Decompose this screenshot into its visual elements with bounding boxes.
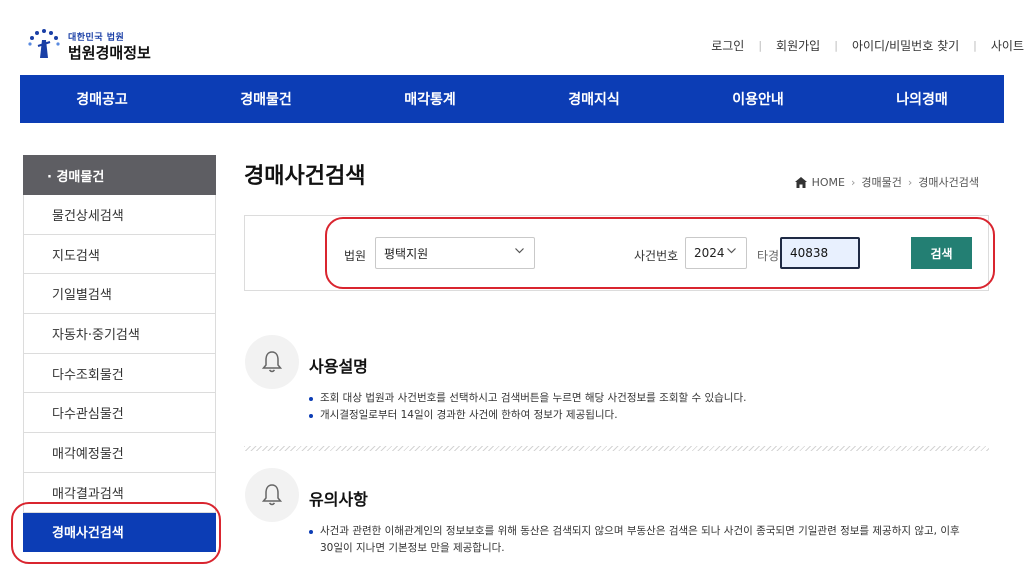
- bell-icon: [261, 484, 283, 506]
- notice-icon-circle: [245, 468, 299, 522]
- usage-item: 조회 대상 법원과 사건번호를 선택하시고 검색버튼을 누르면 해당 사건정보를…: [308, 390, 746, 407]
- notice-line-1: 사건과 관련한 이해관계인의 정보보호를 위해 동산은 검색되지 않으며 부동산…: [320, 525, 960, 537]
- notice-line-2: 30일이 지나면 기본정보 만을 제공합니다.: [320, 542, 505, 554]
- sidebar-item-date-search[interactable]: 기일별검색: [23, 274, 216, 315]
- gnb-my-auction[interactable]: 나의경매: [840, 75, 1004, 123]
- gnb-auction-items[interactable]: 경매물건: [184, 75, 348, 123]
- case-type-label: 타경: [757, 249, 780, 263]
- court-select[interactable]: 평택지원: [375, 237, 535, 269]
- year-select[interactable]: 2024: [685, 237, 747, 269]
- notice-item: 사건과 관련한 이해관계인의 정보보호를 위해 동산은 검색되지 않으며 부동산…: [308, 523, 988, 557]
- logo-title: 법원경매정보: [68, 44, 151, 62]
- usage-list: 조회 대상 법원과 사건번호를 선택하시고 검색버튼을 누르면 해당 사건정보를…: [308, 390, 746, 424]
- breadcrumb-current: 경매사건검색: [918, 176, 979, 189]
- court-label: 법원: [344, 249, 367, 263]
- notice-list: 사건과 관련한 이해관계인의 정보보호를 위해 동산은 검색되지 않으며 부동산…: [308, 523, 988, 557]
- gnb-auction-knowledge[interactable]: 경매지식: [512, 75, 676, 123]
- sidebar-header: · 경매물건: [23, 155, 216, 195]
- search-button[interactable]: 검색: [911, 237, 972, 269]
- breadcrumb: HOME › 경매물건 › 경매사건검색: [794, 174, 979, 190]
- breadcrumb-home[interactable]: HOME: [812, 176, 845, 189]
- breadcrumb-items[interactable]: 경매물건: [861, 174, 901, 190]
- util-divider: |: [834, 39, 838, 52]
- sidebar-item-vehicle-search[interactable]: 자동차·중기검색: [23, 314, 216, 354]
- find-account-link[interactable]: 아이디/비밀번호 찾기: [852, 37, 959, 54]
- gnb-sale-stats[interactable]: 매각통계: [348, 75, 512, 123]
- chevron-right-icon: ›: [850, 175, 856, 189]
- section-divider: [244, 446, 989, 451]
- sidebar-item-sale-results[interactable]: 매각결과검색: [23, 472, 216, 513]
- court-logo[interactable]: 대한민국 법원 법원경매정보: [28, 26, 168, 66]
- login-link[interactable]: 로그인: [711, 37, 744, 54]
- signup-link[interactable]: 회원가입: [776, 37, 820, 54]
- page-title: 경매사건검색: [244, 164, 366, 189]
- utility-nav: 로그인 | 회원가입 | 아이디/비밀번호 찾기 | 사이트: [711, 37, 1024, 54]
- sidebar-item-scheduled-sale[interactable]: 매각예정물건: [23, 433, 216, 473]
- chevron-down-icon: [727, 248, 736, 254]
- sidebar-item-map-search[interactable]: 지도검색: [23, 234, 216, 275]
- court-select-value: 평택지원: [384, 246, 429, 261]
- case-number-input[interactable]: [780, 237, 860, 269]
- chevron-down-icon: [515, 248, 524, 254]
- gnb-auction-notice[interactable]: 경매공고: [20, 75, 184, 123]
- bell-icon: [261, 351, 283, 373]
- usage-title: 사용설명: [309, 357, 368, 376]
- court-emblem-icon: [28, 29, 60, 58]
- sidebar-item-case-search[interactable]: 경매사건검색: [23, 512, 216, 553]
- usage-icon-circle: [245, 335, 299, 389]
- sitemap-link[interactable]: 사이트: [991, 37, 1024, 54]
- util-divider: |: [973, 39, 977, 52]
- util-divider: |: [758, 39, 763, 52]
- global-nav: 경매공고 경매물건 매각통계 경매지식 이용안내 나의경매: [20, 75, 1004, 123]
- sidebar: · 경매물건 물건상세검색 지도검색 기일별검색 자동차·중기검색 다수조회물건…: [23, 155, 216, 553]
- usage-item: 개시결정일로부터 14일이 경과한 사건에 한하여 정보가 제공됩니다.: [308, 407, 746, 424]
- chevron-right-icon: ›: [907, 175, 913, 189]
- home-icon: [794, 176, 807, 188]
- sidebar-item-most-interest[interactable]: 다수관심물건: [23, 393, 216, 434]
- case-number-label: 사건번호: [634, 249, 679, 263]
- notice-title: 유의사항: [309, 490, 368, 509]
- year-select-value: 2024: [694, 246, 725, 260]
- gnb-usage-guide[interactable]: 이용안내: [676, 75, 840, 123]
- sidebar-item-detail-search[interactable]: 물건상세검색: [23, 195, 216, 235]
- sidebar-item-most-viewed[interactable]: 다수조회물건: [23, 353, 216, 394]
